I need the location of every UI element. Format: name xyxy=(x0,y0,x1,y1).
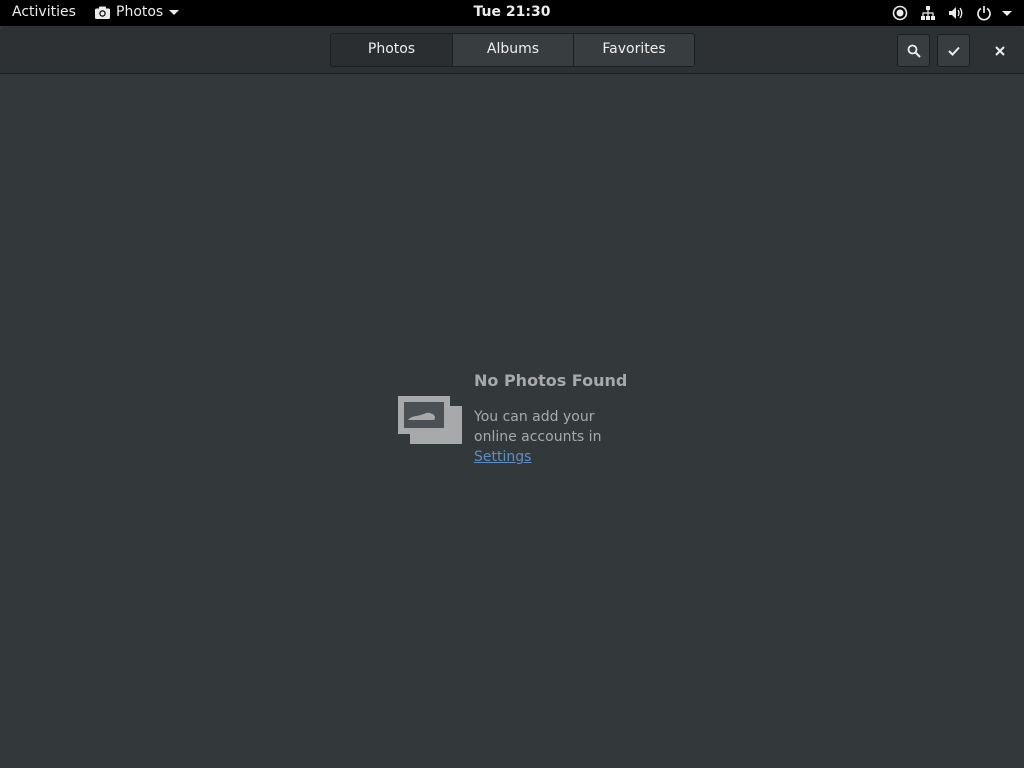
volume-icon xyxy=(949,7,963,19)
selection-mode-button[interactable] xyxy=(937,34,970,67)
settings-link[interactable]: Settings xyxy=(474,449,531,465)
photos-placeholder-icon xyxy=(398,396,462,444)
view-switcher: Photos Albums Favorites xyxy=(330,33,695,67)
search-button[interactable] xyxy=(897,34,930,67)
top-bar: Activities Photos Tue 21:30 xyxy=(0,0,1024,26)
empty-state-line-1: You can add your xyxy=(474,409,595,425)
tab-albums[interactable]: Albums xyxy=(452,34,573,66)
accessibility-icon xyxy=(892,5,908,21)
empty-state-line-2: online accounts in xyxy=(474,429,602,445)
empty-state-title: No Photos Found xyxy=(474,371,628,390)
close-button[interactable] xyxy=(990,41,1010,61)
select-check-icon xyxy=(947,46,960,56)
search-icon xyxy=(907,44,921,58)
status-menu[interactable] xyxy=(880,0,1012,26)
tab-photos[interactable]: Photos xyxy=(331,34,452,66)
power-icon xyxy=(977,6,991,21)
header-bar: Photos Albums Favorites xyxy=(0,26,1024,74)
empty-state: No Photos Found You can add your online … xyxy=(398,371,698,481)
network-icon xyxy=(921,6,935,20)
empty-state-message: You can add your online accounts in Sett… xyxy=(474,407,634,467)
clock[interactable]: Tue 21:30 xyxy=(0,4,1024,20)
close-icon xyxy=(995,46,1005,56)
photos-window: Photos Albums Favorites No Photos Found … xyxy=(0,26,1024,768)
tab-favorites[interactable]: Favorites xyxy=(573,34,694,66)
chevron-down-icon xyxy=(1002,10,1012,16)
